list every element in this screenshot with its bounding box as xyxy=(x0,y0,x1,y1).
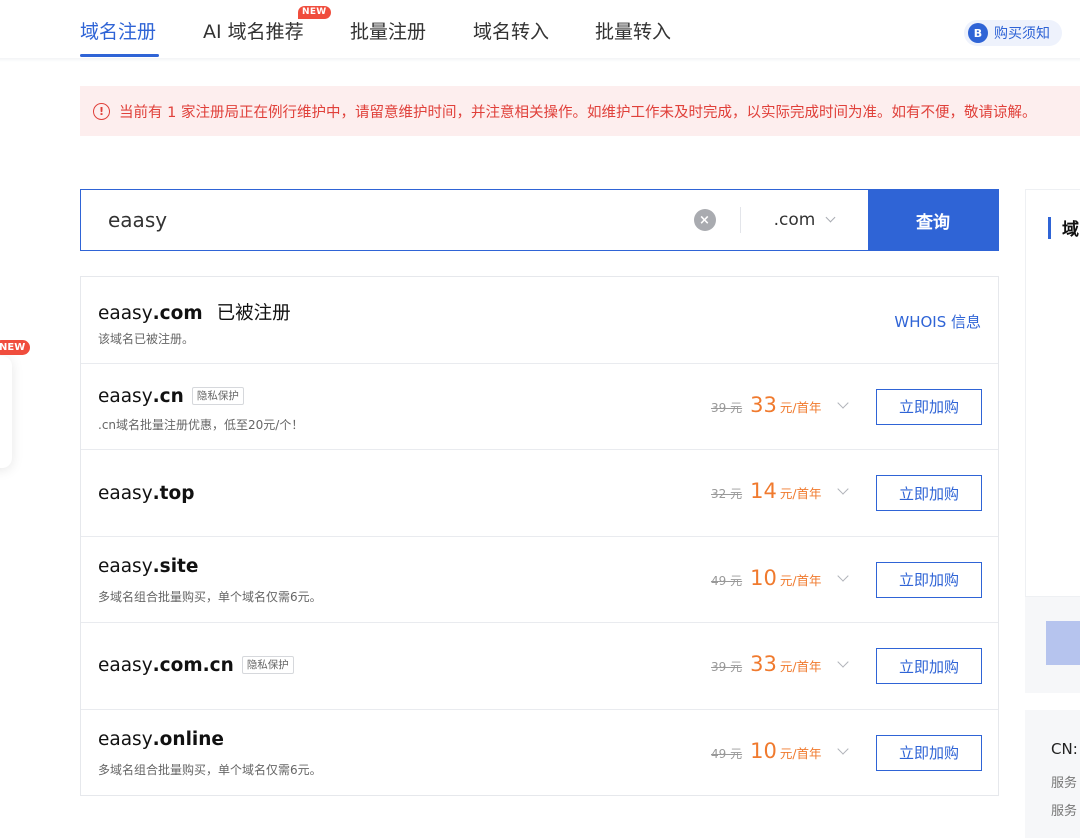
price-unit: 元/首年 xyxy=(779,572,822,588)
side-panel-button[interactable] xyxy=(1046,621,1080,665)
domain-name: eaasy.com 已被注册 xyxy=(98,303,291,324)
side-new-badge: NEW xyxy=(0,340,31,355)
title-accent-bar xyxy=(1048,217,1051,239)
tab-batch-transfer[interactable]: 批量转入 xyxy=(595,18,671,46)
original-price: 32 元 xyxy=(711,487,743,501)
original-price: 49 元 xyxy=(711,573,743,588)
price-unit: 元/首年 xyxy=(779,399,822,415)
price: 32 元 14 元/首年 xyxy=(711,479,861,509)
result-row-taken: eaasy.com 已被注册 该域名已被注册。 WHOIS 信息 xyxy=(81,277,998,364)
cn-info-card: CN: 服务 服务 xyxy=(1025,710,1080,838)
domain-search-input[interactable] xyxy=(81,190,694,250)
row-note: 该域名已被注册。 xyxy=(98,332,195,346)
tab-ai-recommend[interactable]: AI 域名推荐 xyxy=(203,18,304,46)
side-panel-card: 域 xyxy=(1025,189,1080,597)
price: 49 元 10 元/首年 xyxy=(711,739,861,769)
floating-side-card[interactable] xyxy=(0,356,12,468)
top-nav: 域名注册 AI 域名推荐 NEW 批量注册 域名转入 批量转入 B 购买须知 xyxy=(0,0,1080,62)
row-note: .cn域名批量注册优惠，低至20元/个！ xyxy=(98,417,304,432)
original-price: 49 元 xyxy=(711,746,743,761)
chevron-down-icon xyxy=(825,212,836,223)
result-row: eaasy.site 多域名组合批量购买，单个域名仅需6元。 49 元 10 元… xyxy=(81,537,998,623)
domain-name: eaasy.online xyxy=(98,728,224,750)
price: 39 元 33 元/首年 xyxy=(711,393,861,423)
row-note: 多域名组合批量购买，单个域名仅需6元。 xyxy=(98,762,322,777)
add-to-cart-button[interactable]: 立即加购 xyxy=(876,561,982,598)
original-price: 39 元 xyxy=(711,660,743,674)
tld-select[interactable]: .com xyxy=(741,190,868,250)
domain-search-bar: × .com 查询 xyxy=(80,189,999,251)
tab-batch-register[interactable]: 批量注册 xyxy=(350,18,426,46)
current-price: 10 xyxy=(750,565,777,590)
cn-info-line: 服务 xyxy=(1051,804,1078,819)
info-circle-icon: ! xyxy=(93,102,110,120)
price: 39 元 33 元/首年 xyxy=(711,652,861,682)
current-price: 14 xyxy=(750,479,777,503)
cn-info-line: 服务 xyxy=(1051,776,1078,791)
price-unit: 元/首年 xyxy=(779,659,822,674)
right-side-panel: 域 xyxy=(1025,189,1080,693)
current-price: 10 xyxy=(750,738,777,763)
domain-name: eaasy.cn 隐私保护 xyxy=(98,386,244,407)
domain-name: eaasy.site xyxy=(98,555,199,577)
tld-select-value: .com xyxy=(773,210,816,230)
tab-domain-register[interactable]: 域名注册 xyxy=(80,18,156,46)
result-row: eaasy.top 32 元 14 元/首年 立即加购 xyxy=(81,450,998,537)
cn-info-title: CN: xyxy=(1051,740,1078,758)
search-button[interactable]: 查询 xyxy=(867,189,999,251)
side-panel-title: 域 xyxy=(1062,220,1079,240)
price-unit: 元/首年 xyxy=(779,486,822,501)
current-price: 33 xyxy=(750,652,777,676)
add-to-cart-button[interactable]: 立即加购 xyxy=(876,388,982,425)
purchase-notice-label: 购买须知 xyxy=(994,26,1050,42)
clear-icon[interactable]: × xyxy=(693,209,716,231)
domain-name: eaasy.com.cn 隐私保护 xyxy=(98,655,294,676)
domain-name: eaasy.top xyxy=(98,483,195,504)
tab-domain-transfer[interactable]: 域名转入 xyxy=(473,18,549,46)
domain-results-list: eaasy.com 已被注册 该域名已被注册。 WHOIS 信息 eaasy.cn… xyxy=(80,276,999,796)
maintenance-alert: ! 当前有 1 家注册局正在例行维护中，请留意维护时间，并注意相关操作。如维护工… xyxy=(80,86,1080,136)
privacy-tag: 隐私保护 xyxy=(191,386,244,405)
registered-status: 已被注册 xyxy=(216,303,291,324)
add-to-cart-button[interactable]: 立即加购 xyxy=(876,475,982,511)
original-price: 39 元 xyxy=(711,400,743,415)
new-badge: NEW xyxy=(298,6,331,19)
privacy-tag: 隐私保护 xyxy=(241,656,294,674)
purchase-notice-link[interactable]: B 购买须知 xyxy=(964,20,1062,46)
add-to-cart-button[interactable]: 立即加购 xyxy=(876,734,982,771)
alert-text: 当前有 1 家注册局正在例行维护中，请留意维护时间，并注意相关操作。如维护工作未… xyxy=(119,104,1037,121)
whois-link[interactable]: WHOIS 信息 xyxy=(894,311,981,332)
result-row: eaasy.com.cn 隐私保护 39 元 33 元/首年 立即加购 xyxy=(81,623,998,710)
current-price: 33 xyxy=(750,392,777,417)
price-unit: 元/首年 xyxy=(779,745,822,761)
result-row: eaasy.online 多域名组合批量购买，单个域名仅需6元。 49 元 10… xyxy=(81,710,998,797)
notice-icon: B xyxy=(968,23,988,43)
result-row: eaasy.cn 隐私保护 .cn域名批量注册优惠，低至20元/个！ 39 元 3… xyxy=(81,364,998,450)
row-note: 多域名组合批量购买，单个域名仅需6元。 xyxy=(98,589,322,604)
price: 49 元 10 元/首年 xyxy=(711,566,861,596)
active-tab-indicator xyxy=(80,54,159,57)
add-to-cart-button[interactable]: 立即加购 xyxy=(876,648,982,684)
